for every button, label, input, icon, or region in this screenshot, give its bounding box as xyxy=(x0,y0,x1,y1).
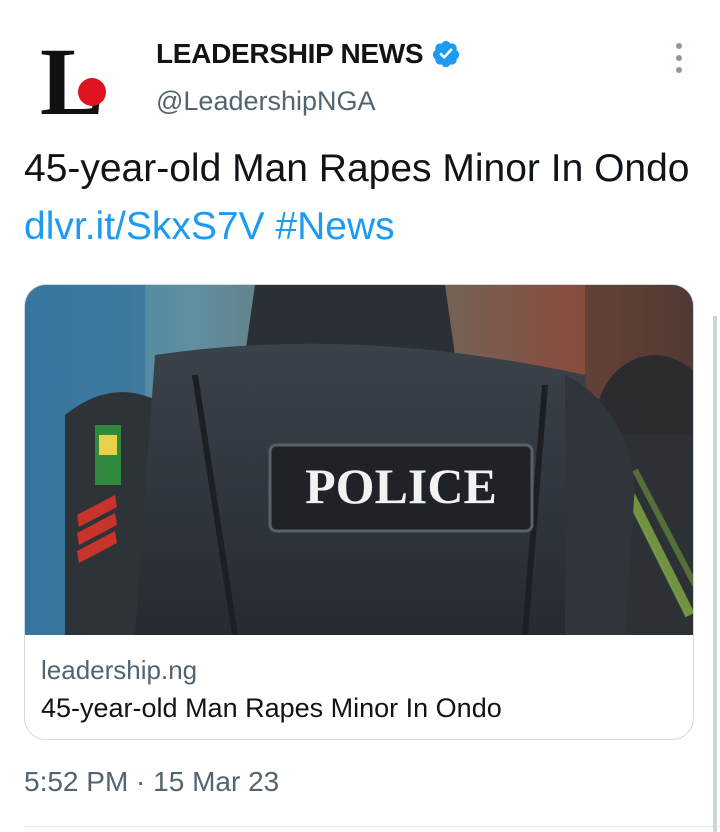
bottom-divider xyxy=(24,826,720,827)
tweet-text: 45-year-old Man Rapes Minor In Ondo dlvr… xyxy=(24,140,694,256)
author-display-name[interactable]: LEADERSHIP NEWS xyxy=(156,38,424,70)
tweet-body-text: 45-year-old Man Rapes Minor In Ondo xyxy=(24,147,690,190)
scrollbar-track[interactable] xyxy=(713,316,717,832)
tweet-timestamp[interactable]: 5:52 PM · 15 Mar 23 xyxy=(24,766,279,798)
card-domain: leadership.ng xyxy=(41,655,198,685)
card-title: 45-year-old Man Rapes Minor In Ondo xyxy=(41,693,502,723)
tweet-link[interactable]: dlvr.it/SkxS7V xyxy=(24,205,265,248)
author-name-row: LEADERSHIP NEWS xyxy=(156,38,461,70)
logo-red-dot xyxy=(78,78,106,106)
hashtag-link[interactable]: #News xyxy=(275,205,394,248)
card-image-police-officer[interactable]: POLICE xyxy=(25,285,694,635)
more-options-icon[interactable] xyxy=(664,40,694,76)
verified-badge-icon xyxy=(433,40,460,68)
logo-letter: L xyxy=(40,30,104,126)
leadership-logo-avatar[interactable]: L xyxy=(32,30,128,126)
card-image-police-label: POLICE xyxy=(305,458,497,514)
link-preview-card[interactable]: POLICE leadership.ng 45-year-old Man Rap… xyxy=(24,284,694,740)
author-handle[interactable]: @LeadershipNGA xyxy=(156,86,376,117)
